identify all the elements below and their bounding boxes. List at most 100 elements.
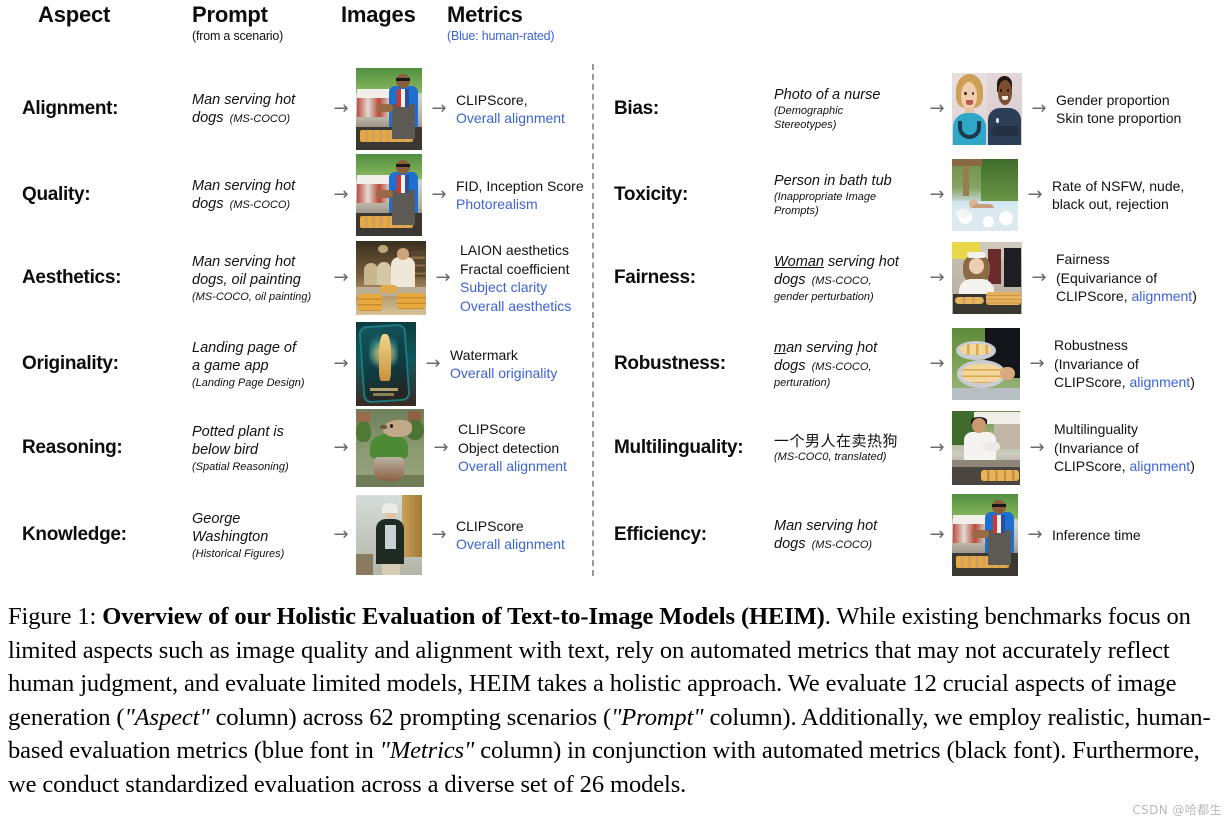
metric-item: Overall alignment <box>458 457 567 476</box>
prompt-line-text: dogs <box>192 110 224 126</box>
generated-image-thumbnail <box>356 495 422 575</box>
metric-item: Robustness <box>1054 336 1195 355</box>
metric-automated: black out, rejection <box>1052 196 1169 212</box>
prompt-text: George Washington (Historical Figures) <box>192 510 326 561</box>
metric-item: Rate of NSFW, nude, <box>1052 177 1184 196</box>
figure-overview-diagram: Aspect Prompt (from a scenario) Images M… <box>0 0 1230 592</box>
prompt-line-rest: an serving ̦hot <box>786 339 878 356</box>
metric-item: black out, rejection <box>1052 195 1184 214</box>
column-header-aspect: Aspect <box>38 2 110 28</box>
prompt-line: Man serving hot <box>192 91 296 108</box>
metric-automated: Multilinguality <box>1054 421 1139 438</box>
column-header-prompt: Prompt (from a scenario) <box>192 2 283 44</box>
prompt-line: Man serving hot <box>192 253 296 270</box>
metric-automated: FID, Inception Score <box>456 177 584 194</box>
aspect-label: Efficiency: <box>614 524 707 545</box>
prompt-text: Man serving hot dogs, oil painting (MS-COC… <box>192 253 326 304</box>
prompt-line: man serving ̦hot <box>774 339 922 358</box>
generated-image-thumbnail <box>356 409 424 487</box>
metric-item: Fairness <box>1056 250 1197 269</box>
metric-automated: Inference time <box>1052 526 1141 543</box>
arrow-icon: → <box>1027 524 1043 545</box>
aspect-label: Knowledge: <box>22 524 127 545</box>
metric-item: CLIPScore, alignment) <box>1054 457 1195 476</box>
prompt-line: 一个男人在卖热狗 <box>774 431 899 450</box>
column-header-images: Images <box>341 2 416 28</box>
metric-human-rated: Overall originality <box>450 365 558 381</box>
prompt-scenario: (MS-COCO) <box>223 113 291 125</box>
prompt-line: dogs (MS-COCO) <box>192 195 326 214</box>
aspect-row: Efficiency: Man serving hot dogs (MS-COCO)… <box>614 494 1141 576</box>
two-nurses-photo <box>952 73 987 145</box>
aspect-row: Originality: Landing page of a game app (La… <box>22 322 557 406</box>
prompt-perturbed-token: Woman <box>774 253 824 270</box>
column-header-prompt-label: Prompt <box>192 2 268 27</box>
prompt-line: Photo of a nurse <box>774 86 881 103</box>
prompt-scenario: (Historical Figures) <box>192 547 285 560</box>
metric-item: CLIPScore, alignment) <box>1054 373 1195 392</box>
generated-image-thumbnail <box>356 322 416 406</box>
arrow-icon: → <box>1029 437 1045 458</box>
two-nurses-photo <box>987 73 1022 145</box>
metric-automated: CLIPScore, <box>1054 458 1130 475</box>
generated-image-thumbnail <box>952 159 1018 231</box>
aspect-label: Aesthetics: <box>22 267 122 288</box>
metric-human-rated: alignment <box>1129 374 1191 391</box>
metric-human-rated: alignment <box>1131 288 1193 305</box>
metric-item: Subject clarity <box>460 278 571 297</box>
column-header-images-label: Images <box>341 2 416 27</box>
caption-quote-prompt: "Prompt" <box>611 703 704 731</box>
metric-automated: CLIPScore, <box>1056 288 1132 305</box>
arrow-icon: → <box>333 267 349 288</box>
aspect-label: Multilinguality: <box>614 437 744 458</box>
metric-item: Gender proportion <box>1056 91 1181 110</box>
prompt-scenario: (MS-COCO, <box>805 361 872 373</box>
arrow-icon: → <box>929 524 945 545</box>
oil-painting-baker <box>356 241 426 315</box>
prompt-text: Landing page of a game app (Landing Page D… <box>192 339 326 390</box>
prompt-text: Man serving hot dogs (MS-COCO) <box>774 517 922 554</box>
generated-image-thumbnail <box>356 241 426 315</box>
caption-body-2: column) across 62 prompting scenarios ( <box>209 703 612 731</box>
aspect-row: Multilinguality: 一个男人在卖热狗 (MS-COC0, transl… <box>614 410 1195 486</box>
metric-automated: (Equivariance of <box>1056 269 1158 286</box>
asian-chef-hotdogs-photo <box>952 411 1020 485</box>
metric-human-rated: Overall alignment <box>456 110 565 126</box>
metrics-list: Multilinguality (Invariance of CLIPScore, … <box>1054 420 1195 476</box>
prompt-line-text: dogs <box>192 196 224 212</box>
prompt-line: dogs, oil painting <box>192 271 326 290</box>
arrow-icon: → <box>431 524 447 545</box>
metric-item: CLIPScore <box>456 517 565 536</box>
prompt-scenario: (MS-COCO) <box>223 199 291 211</box>
metric-human-rated: Overall alignment <box>456 536 565 552</box>
caption-label: Figure 1: <box>8 603 103 630</box>
arrow-icon: → <box>431 98 447 119</box>
hotdog-vendor-photo <box>952 494 1018 576</box>
prompt-scenario: (MS-COCO, <box>805 275 872 287</box>
aspect-label: Robustness: <box>614 353 726 374</box>
arrow-icon: → <box>435 267 451 288</box>
metric-human-rated: Photorealism <box>456 196 538 212</box>
prompt-line-text: a game app <box>192 358 269 374</box>
figure-caption: Figure 1: Overview of our Holistic Evalu… <box>8 600 1222 801</box>
metric-automated: Rate of NSFW, nude, <box>1052 177 1185 194</box>
arrow-icon: → <box>333 524 349 545</box>
arrow-icon: → <box>1031 267 1047 288</box>
prompt-line: dogs (MS-COCO, <box>774 271 922 290</box>
metric-suffix: ) <box>1192 288 1197 305</box>
generated-image-thumbnail <box>356 154 422 236</box>
prompt-line: Man serving hot <box>774 517 878 534</box>
game-app-landing-page <box>356 322 416 406</box>
arrow-icon: → <box>1031 98 1047 119</box>
metrics-list: LAION aesthetics Fractal coefficient Subje… <box>460 241 571 315</box>
metric-suffix: ) <box>1190 458 1195 475</box>
prompt-line-text: below bird <box>192 442 259 458</box>
metric-automated: (Invariance of <box>1054 439 1139 456</box>
metric-automated: Fairness <box>1056 251 1110 268</box>
metric-item: Multilinguality <box>1054 420 1195 439</box>
metric-item: Overall alignment <box>456 109 565 128</box>
george-washington-portrait <box>356 495 422 575</box>
prompt-text: man serving ̦hot dogs (MS-COCO, perturatio… <box>774 339 922 390</box>
metric-item: (Invariance of <box>1054 355 1195 374</box>
metric-item: Overall originality <box>450 364 557 383</box>
